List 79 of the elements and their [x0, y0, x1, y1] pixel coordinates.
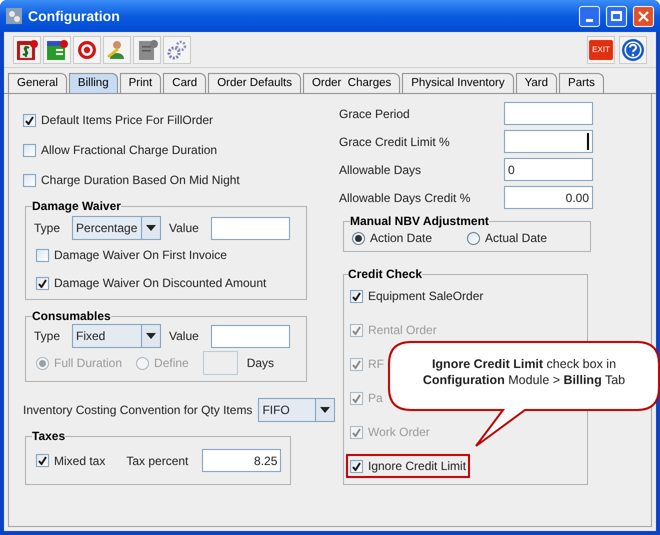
user-key-icon[interactable] — [103, 36, 131, 64]
value-label: Value — [169, 328, 199, 345]
radio-button[interactable] — [352, 232, 365, 244]
exit-button[interactable]: EXIT — [587, 36, 615, 64]
callout-text: Ignore Credit Limit check box in Configuration Module > Billing Tab — [422, 356, 626, 388]
help-button[interactable] — [619, 36, 647, 64]
days-label: Days — [246, 355, 274, 372]
group-title: Consumables — [32, 309, 111, 323]
payment-icon[interactable] — [13, 36, 41, 64]
input-field[interactable] — [210, 324, 290, 348]
radio-label: Actual Date — [485, 230, 548, 247]
checkbox-label: Equipment SaleOrder — [368, 288, 484, 305]
inventory-costing-label: Inventory Costing Convention for Qty Items — [23, 402, 252, 419]
checkbox[interactable] — [23, 144, 36, 156]
field-label: Grace Period — [339, 106, 410, 122]
close-icon — [638, 10, 649, 22]
checkbox[interactable] — [23, 174, 36, 186]
tab[interactable]: General — [8, 73, 67, 93]
minimize-button[interactable] — [579, 6, 600, 26]
input-field[interactable]: 0 — [504, 158, 593, 181]
radio-button[interactable] — [467, 232, 480, 244]
field-label: Grace Credit Limit % — [339, 134, 450, 150]
tab[interactable]: Physical Inventory — [402, 73, 514, 93]
dropdown[interactable]: FIFO — [258, 398, 335, 422]
radio-label: Full Duration — [54, 355, 122, 372]
group-title: Credit Check — [348, 267, 422, 281]
tab[interactable]: Billing — [68, 73, 118, 93]
caret-icon — [146, 333, 156, 339]
tax-percent-label: Tax percent — [126, 452, 188, 470]
checkbox-label: Rental Order — [368, 322, 437, 339]
value-label: Value — [169, 220, 199, 237]
field-label: Allowable Days — [339, 162, 422, 178]
caret-icon — [146, 225, 156, 231]
question-mark-icon — [621, 38, 645, 62]
checkbox-label: Damage Waiver On First Invoice — [54, 247, 227, 264]
checkbox-label: Ignore Credit Limit — [368, 458, 466, 475]
tab[interactable]: Order Charges — [302, 73, 400, 93]
checkbox[interactable] — [23, 114, 36, 126]
maximize-button[interactable] — [606, 6, 627, 26]
invoice-icon[interactable] — [43, 36, 71, 64]
tab[interactable]: Print — [120, 73, 162, 93]
input-field[interactable] — [210, 216, 290, 240]
checkbox-label: Pa — [368, 390, 383, 407]
caret-icon — [320, 407, 330, 413]
group-title: Damage Waiver — [32, 199, 121, 213]
checkbox[interactable] — [36, 454, 49, 467]
checkbox[interactable] — [36, 276, 49, 290]
radio-label: Define — [154, 355, 189, 372]
input-field[interactable]: 0.00 — [504, 186, 593, 209]
checkbox[interactable] — [350, 290, 363, 302]
input-field[interactable] — [504, 102, 593, 125]
input-field[interactable] — [504, 130, 593, 153]
checkbox[interactable] — [36, 248, 49, 262]
checkbox-label: Allow Fractional Charge Duration — [41, 142, 218, 159]
document-icon[interactable] — [133, 36, 161, 64]
settings-icon[interactable] — [163, 36, 191, 64]
checkbox-label: RF — [368, 356, 384, 373]
group-title: Taxes — [32, 429, 66, 443]
window-title: Configuration — [28, 6, 121, 26]
tab[interactable]: Order Defaults — [208, 73, 301, 93]
tab[interactable]: Card — [163, 73, 206, 93]
checkbox-label: Work Order — [368, 424, 430, 441]
field-label: Allowable Days Credit % — [339, 190, 470, 206]
tab[interactable]: Yard — [516, 73, 558, 93]
checkbox-label: Charge Duration Based On Mid Night — [41, 172, 240, 189]
radio-label: Action Date — [370, 230, 432, 247]
checkbox-label: Mixed tax — [54, 452, 106, 470]
dropdown[interactable]: Fixed — [72, 324, 162, 348]
type-label: Type — [34, 220, 60, 237]
checkbox[interactable] — [350, 460, 363, 472]
group-title: Manual NBV Adjustment — [350, 214, 489, 228]
checkbox-label: Default Items Price For FillOrder — [41, 112, 214, 129]
dropdown[interactable]: Percentage — [72, 216, 162, 240]
input-field[interactable] — [202, 351, 238, 375]
close-button[interactable] — [633, 6, 654, 26]
type-label: Type — [34, 328, 60, 345]
checkbox-label: Damage Waiver On Discounted Amount — [54, 275, 266, 292]
input-field[interactable]: 8.25 — [202, 449, 282, 472]
tab[interactable]: Parts — [559, 73, 604, 93]
